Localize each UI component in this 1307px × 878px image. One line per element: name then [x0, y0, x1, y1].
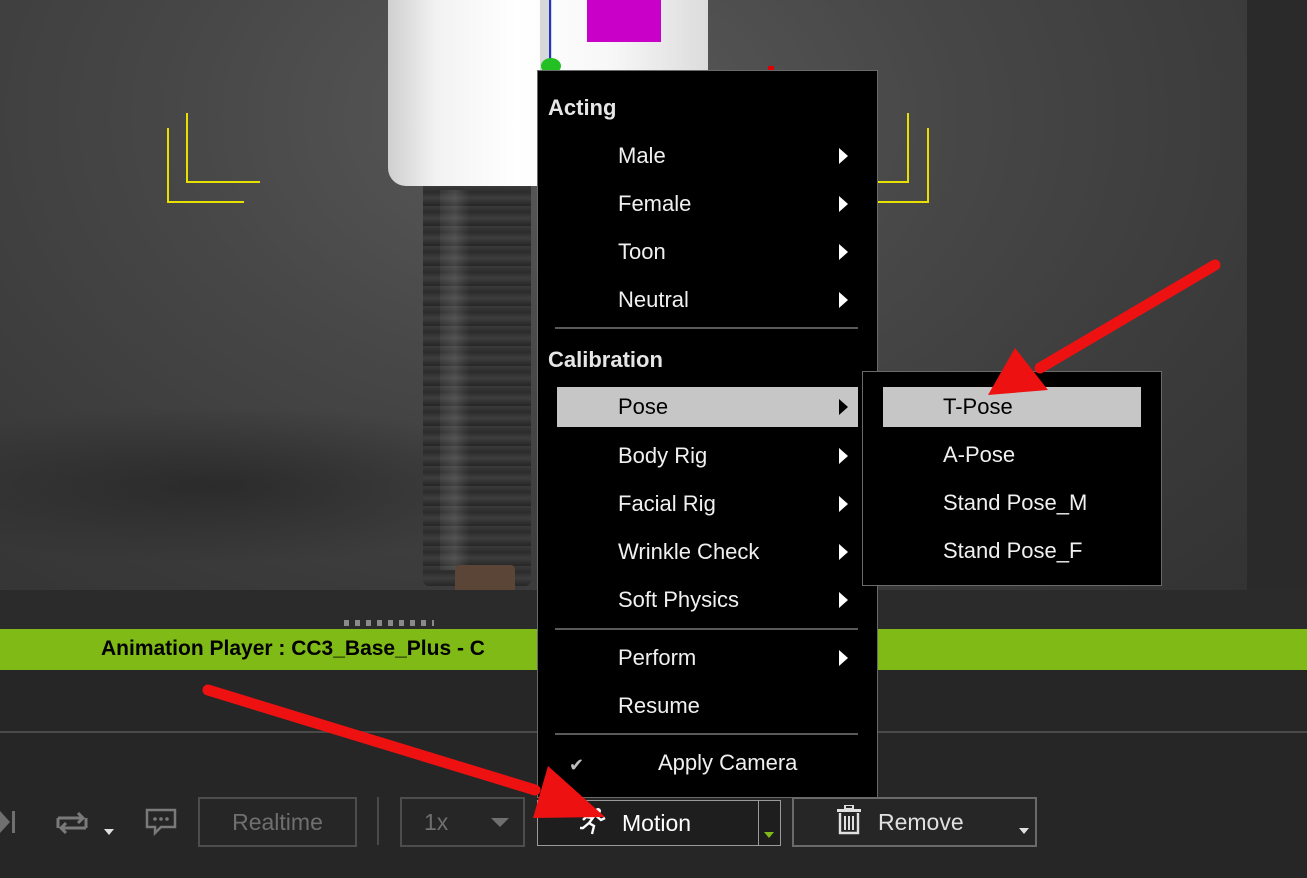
- character-shoe: [455, 565, 515, 590]
- frame-bracket-right-outer: [878, 128, 929, 203]
- chevron-right-icon: [839, 244, 848, 260]
- menu-item-male[interactable]: Male: [557, 136, 858, 176]
- menu-item-label: Neutral: [618, 287, 689, 312]
- remove-label: Remove: [878, 808, 964, 835]
- menu-item-label: Perform: [618, 645, 697, 670]
- comment-icon[interactable]: [145, 808, 177, 840]
- realtime-button[interactable]: Realtime: [198, 797, 357, 847]
- submenu-item-t-pose[interactable]: T-Pose: [883, 387, 1141, 427]
- chevron-right-icon: [839, 448, 848, 464]
- checkmark-icon: ✔: [569, 755, 585, 775]
- menu-item-label: Toon: [618, 239, 666, 264]
- toolbar-separator: [377, 797, 379, 845]
- running-figure-icon: [578, 806, 608, 844]
- speed-select[interactable]: 1x: [400, 797, 525, 847]
- trash-icon: [836, 804, 862, 842]
- panel-splitter-handle[interactable]: [344, 620, 434, 626]
- motion-button[interactable]: Motion: [537, 800, 759, 846]
- menu-item-resume[interactable]: Resume: [557, 686, 858, 726]
- menu-item-label: Facial Rig: [618, 491, 716, 516]
- menu-item-facial-rig[interactable]: Facial Rig: [557, 484, 858, 524]
- viewport-side-panel: [1247, 0, 1307, 590]
- gizmo-axis-line[interactable]: [549, 0, 551, 66]
- menu-header-calibration: Calibration: [548, 347, 663, 372]
- submenu-item-label: Stand Pose_M: [943, 490, 1088, 515]
- submenu-item-stand-pose-f[interactable]: Stand Pose_F: [883, 531, 1141, 571]
- menu-item-label: Male: [618, 143, 666, 168]
- leg-highlight: [440, 190, 470, 570]
- loop-icon[interactable]: [52, 806, 92, 844]
- submenu-item-label: T-Pose: [943, 394, 1013, 419]
- menu-item-label: Pose: [618, 394, 669, 419]
- frame-bracket-left-inner: [186, 113, 260, 183]
- chevron-right-icon: [839, 592, 848, 608]
- loop-dropdown-caret[interactable]: [104, 829, 114, 835]
- submenu-item-a-pose[interactable]: A-Pose: [883, 435, 1141, 475]
- chevron-right-icon: [839, 544, 848, 560]
- chevron-right-icon: [839, 292, 848, 308]
- menu-item-label: Female: [618, 191, 692, 216]
- menu-item-pose[interactable]: Pose: [557, 387, 858, 427]
- motion-dropdown-button[interactable]: [759, 800, 781, 846]
- submenu-item-label: Stand Pose_F: [943, 538, 1083, 563]
- remove-button[interactable]: Remove: [792, 797, 1037, 847]
- menu-item-toon[interactable]: Toon: [557, 232, 858, 272]
- menu-item-perform[interactable]: Perform: [557, 638, 858, 678]
- menu-item-label: Soft Physics: [618, 587, 740, 612]
- menu-item-apply-camera[interactable]: Apply Camera: [658, 750, 797, 776]
- animation-player-title: Animation Player : CC3_Base_Plus - C: [101, 637, 485, 660]
- menu-separator: [555, 628, 858, 630]
- menu-item-label: Wrinkle Check: [618, 539, 760, 564]
- play-icon[interactable]: [0, 808, 16, 840]
- chevron-right-icon: [839, 148, 848, 164]
- speed-value: 1x: [424, 808, 449, 835]
- menu-item-wrinkle-check[interactable]: Wrinkle Check: [557, 532, 858, 572]
- menu-item-neutral[interactable]: Neutral: [557, 280, 858, 320]
- chevron-right-icon: [839, 650, 848, 666]
- menu-item-soft-physics[interactable]: Soft Physics: [557, 580, 858, 620]
- menu-item-female[interactable]: Female: [557, 184, 858, 224]
- chevron-right-icon: [839, 196, 848, 212]
- menu-item-label: Resume: [618, 693, 700, 718]
- menu-item-body-rig[interactable]: Body Rig: [557, 436, 858, 476]
- submenu-item-stand-pose-m[interactable]: Stand Pose_M: [883, 483, 1141, 523]
- remove-dropdown-caret[interactable]: [1019, 828, 1029, 834]
- chevron-down-icon: [491, 818, 509, 827]
- motion-context-menu: Acting Male Female Toon Neutral Calibrat…: [537, 70, 878, 798]
- submenu-item-label: A-Pose: [943, 442, 1016, 467]
- pose-submenu: T-Pose A-Pose Stand Pose_M Stand Pose_F: [862, 371, 1162, 586]
- menu-separator: [555, 327, 858, 329]
- chevron-right-icon: [839, 496, 848, 512]
- magenta-marker: [587, 0, 661, 42]
- motion-label: Motion: [622, 809, 692, 836]
- menu-separator: [555, 733, 858, 735]
- menu-header-acting: Acting: [548, 95, 617, 120]
- chevron-right-icon: [839, 399, 848, 415]
- menu-item-label: Body Rig: [618, 443, 708, 468]
